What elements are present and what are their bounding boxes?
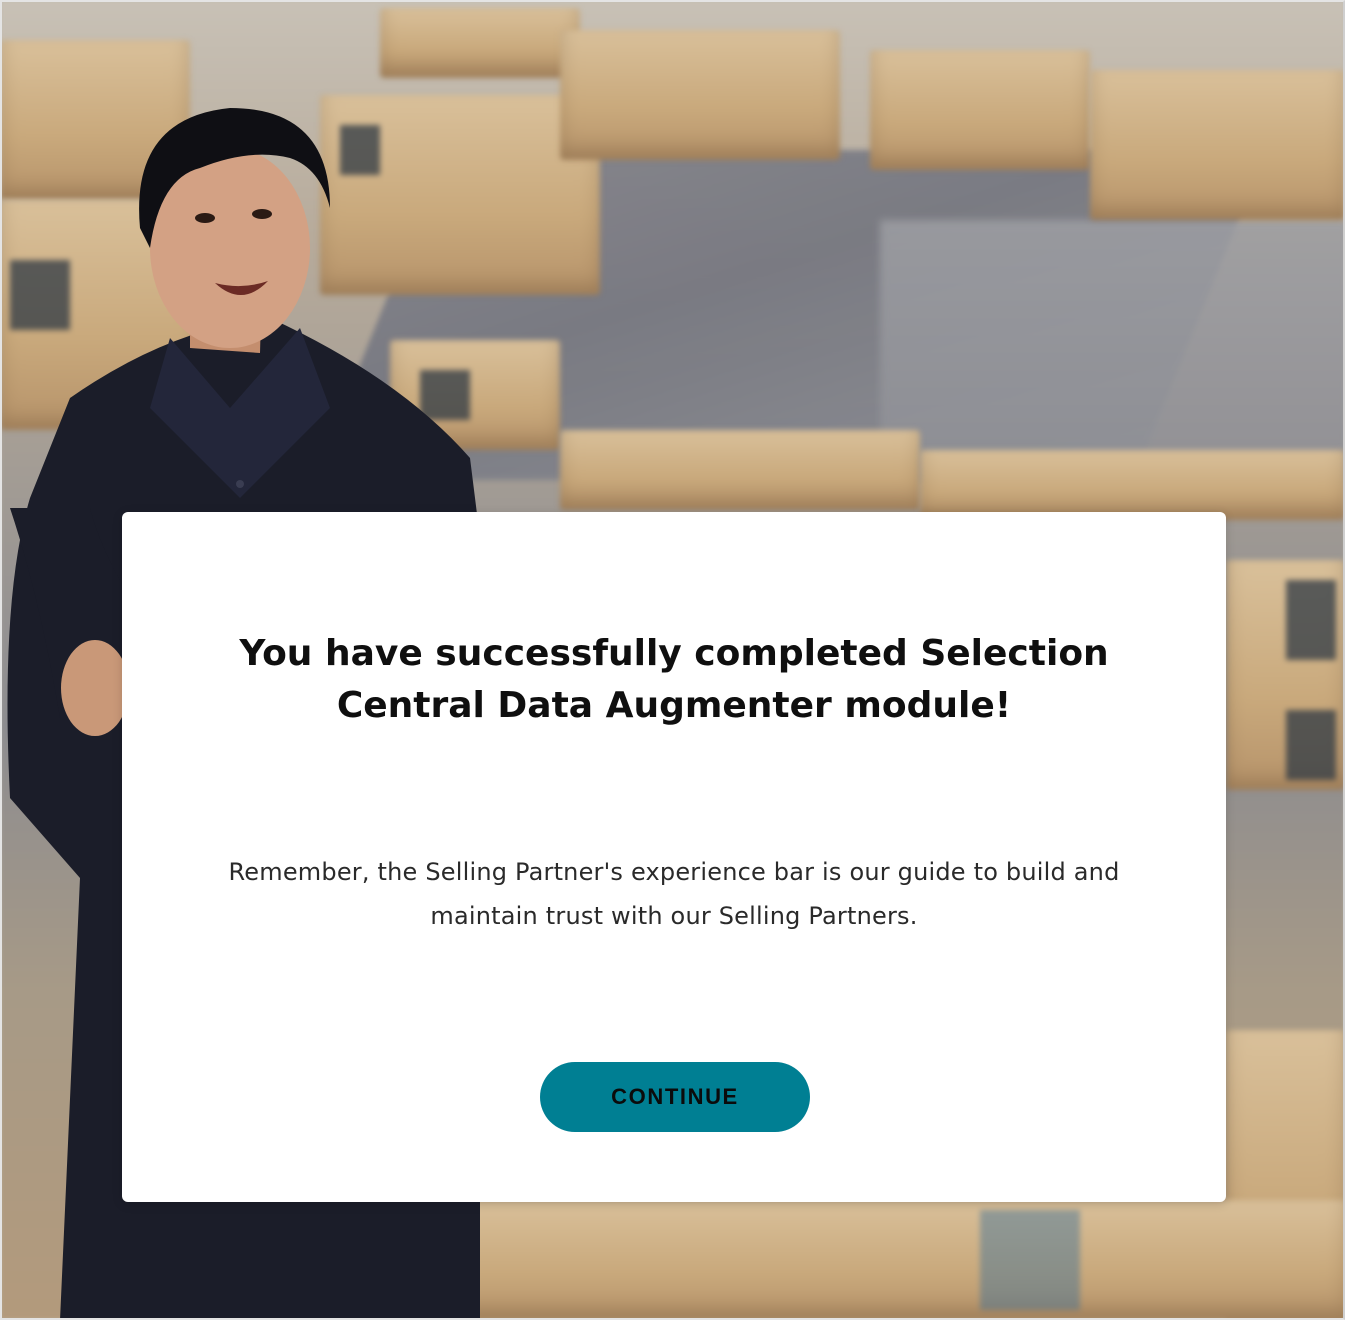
package-box	[1090, 70, 1345, 220]
package-box	[870, 50, 1090, 170]
package-box	[920, 450, 1345, 520]
completion-screen: You have successfully completed Selectio…	[0, 0, 1345, 1320]
package-box	[380, 8, 580, 78]
continue-button[interactable]: CONTINUE	[540, 1062, 810, 1132]
completion-message: Remember, the Selling Partner's experien…	[228, 858, 1120, 930]
package-box	[420, 1200, 1345, 1320]
package-box	[560, 30, 840, 160]
package-box	[1226, 560, 1345, 790]
conveyor-belt-right	[880, 220, 1345, 480]
completion-modal: You have successfully completed Selectio…	[122, 512, 1226, 1202]
completion-title: You have successfully completed Selectio…	[239, 633, 1109, 726]
package-box	[560, 430, 920, 510]
